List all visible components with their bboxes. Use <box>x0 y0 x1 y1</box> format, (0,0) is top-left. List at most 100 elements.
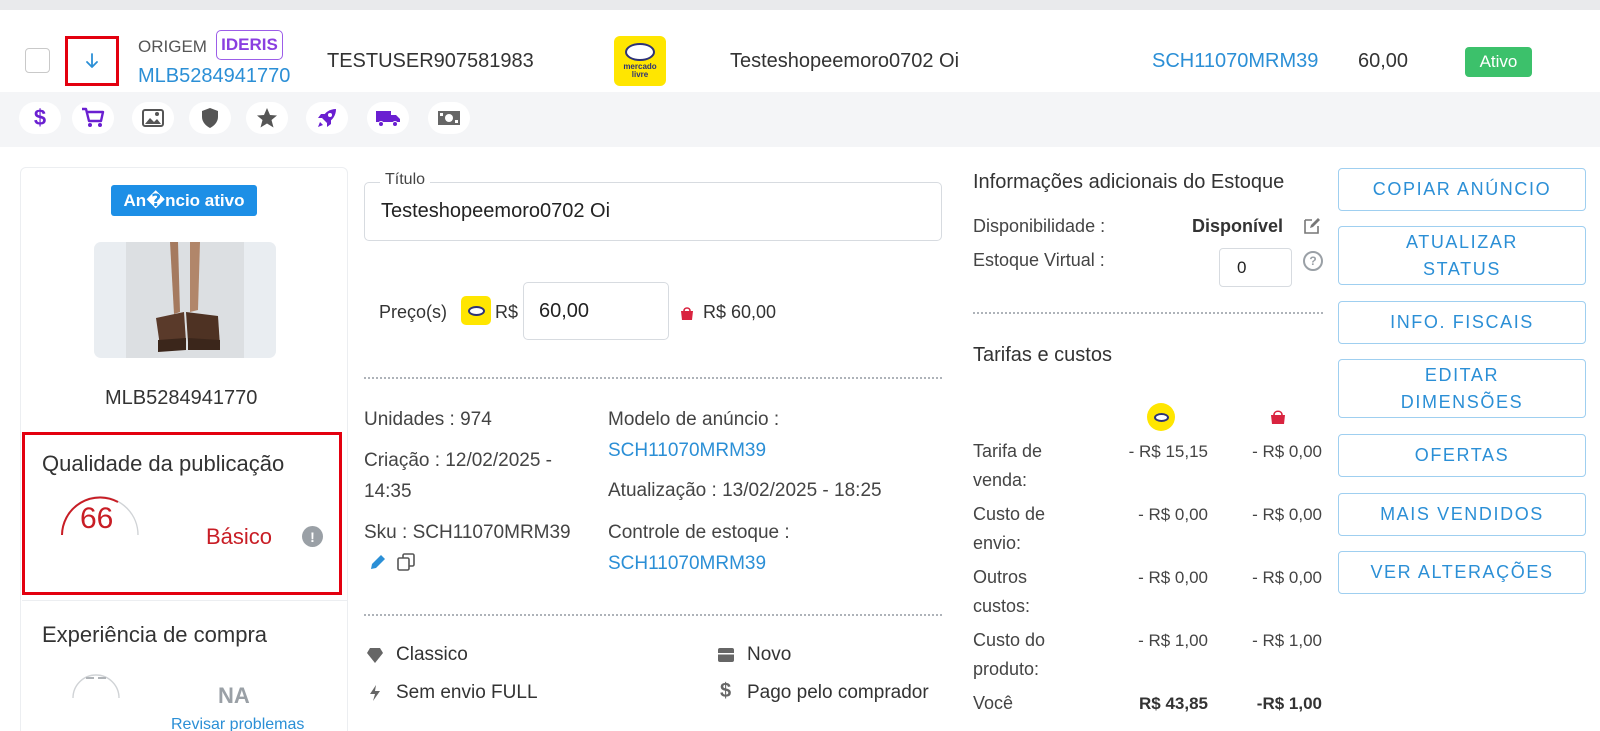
origin-badge: IDERIS <box>216 30 283 60</box>
fee-label: Custo de envio: <box>973 504 1046 553</box>
model-label: Modelo de anúncio : <box>608 409 780 430</box>
copy-listing-button[interactable]: COPIAR ANÚNCIO <box>1338 168 1586 211</box>
rocket-tab[interactable] <box>306 102 348 134</box>
fee-label: Tarifa de venda: <box>973 441 1043 490</box>
help-icon[interactable]: ? <box>1303 251 1323 271</box>
shopee-mini-logo <box>681 307 693 320</box>
listing-title: Testeshopeemoro0702 Oi <box>730 50 960 72</box>
mercado-livre-mini-logo <box>461 296 491 325</box>
fee-ml-value: - R$ 0,00 <box>1138 505 1208 524</box>
bolt-icon <box>370 685 380 701</box>
cart-tab[interactable] <box>72 102 114 134</box>
thumbnail-listing-id: MLB5284941770 <box>105 387 258 409</box>
expand-button[interactable] <box>65 36 119 86</box>
price-input[interactable]: 60,00 <box>523 282 669 340</box>
stock-control-link[interactable]: SCH11070MRM39 <box>608 548 766 579</box>
edit-dimensions-button[interactable]: EDITAR DIMENSÕES <box>1338 359 1586 418</box>
shield-icon <box>202 108 218 128</box>
fee-shopee-value: - R$ 0,00 <box>1252 442 1322 461</box>
top-strip <box>0 0 1600 10</box>
fee-ml-total: R$ 43,85 <box>1139 694 1208 713</box>
listing-header-row: ORIGEM IDERIS MLB5284941770 TESTUSER9075… <box>0 10 1600 92</box>
update-date: Atualização : 13/02/2025 - 18:25 <box>608 480 882 501</box>
dotted-divider <box>364 614 942 616</box>
update-status-button[interactable]: ATUALIZAR STATUS <box>1338 226 1586 285</box>
listing-price: 60,00 <box>1358 50 1409 72</box>
truck-tab[interactable] <box>367 102 409 134</box>
dollar-tab[interactable]: $ <box>19 102 61 134</box>
stock-info-title: Informações adicionais do Estoque <box>973 171 1285 193</box>
view-changes-button[interactable]: VER ALTERAÇÕES <box>1338 551 1586 594</box>
fee-ml-value: - R$ 0,00 <box>1138 568 1208 587</box>
title-field-value[interactable]: Testeshopeemoro0702 Oi <box>381 200 610 223</box>
dotted-divider <box>364 377 942 379</box>
copy-icon[interactable] <box>396 552 416 572</box>
fee-label: Custo do produto: <box>973 630 1046 679</box>
image-icon <box>142 109 164 127</box>
fee-shopee-value: - R$ 0,00 <box>1252 568 1322 587</box>
availability-label: Disponibilidade : <box>973 216 1106 236</box>
edit-icon[interactable] <box>1302 216 1322 236</box>
cart-icon <box>82 107 105 127</box>
dollar-icon: $ <box>720 680 732 702</box>
quality-level: Básico <box>206 524 273 549</box>
fee-ml-value: - R$ 1,00 <box>1138 631 1208 650</box>
user-name: TESTUSER907581983 <box>327 50 534 72</box>
origin-label: ORIGEM <box>138 37 207 56</box>
select-checkbox[interactable] <box>25 48 50 73</box>
image-tab[interactable] <box>132 102 174 134</box>
units-count: Unidades : 974 <box>364 409 492 430</box>
tax-info-button[interactable]: INFO. FISCAIS <box>1338 301 1586 344</box>
product-image <box>126 242 244 358</box>
listing-id-link[interactable]: MLB5284941770 <box>138 65 290 88</box>
quality-score: 66 <box>80 502 114 535</box>
divider <box>22 600 348 601</box>
title-field-label: Título <box>380 171 431 189</box>
fee-shopee-value: - R$ 1,00 <box>1252 631 1322 650</box>
sku-text: Sku : SCH11070MRM39 <box>364 522 571 543</box>
status-badge: Ativo <box>1465 47 1532 77</box>
virtual-stock-input[interactable]: 0 <box>1219 248 1292 287</box>
condition: Novo <box>747 644 792 665</box>
money-icon <box>438 111 460 125</box>
model-link[interactable]: SCH11070MRM39 <box>608 435 766 466</box>
listing-type: Classico <box>396 644 468 665</box>
sku-link[interactable]: SCH11070MRM39 <box>1152 50 1318 73</box>
star-tab[interactable] <box>246 102 288 134</box>
offers-button[interactable]: OFERTAS <box>1338 434 1586 477</box>
info-icon[interactable]: ! <box>302 526 323 547</box>
stock-control-label: Controle de estoque : <box>608 522 790 543</box>
shield-tab[interactable] <box>189 102 231 134</box>
creation-date: Criação : 12/02/2025 - 14:35 <box>364 450 553 502</box>
pencil-icon[interactable] <box>368 552 388 572</box>
product-thumbnail[interactable] <box>94 242 276 358</box>
star-icon <box>257 108 277 128</box>
ad-active-badge: An�ncio ativo <box>111 185 257 216</box>
virtual-stock-label: Estoque Virtual : <box>973 250 1105 270</box>
buy-experience-gauge <box>72 674 120 699</box>
quality-title: Qualidade da publicação <box>42 451 285 476</box>
price-label: Preço(s) <box>379 302 448 322</box>
availability-value: Disponível <box>1192 216 1284 236</box>
shopee-fees-logo <box>1271 410 1285 424</box>
shipping-payment: Pago pelo comprador <box>747 682 929 703</box>
buy-experience-title: Experiência de compra <box>42 622 268 647</box>
fee-label: Você <box>973 693 1014 713</box>
fee-label: Outros custos: <box>973 567 1031 616</box>
best-sellers-button[interactable]: MAIS VENDIDOS <box>1338 493 1586 536</box>
shipping-full: Sem envio FULL <box>396 682 538 703</box>
rocket-icon <box>318 109 336 127</box>
review-problems-link[interactable]: Revisar problemas <box>171 716 304 731</box>
shopee-price: R$ 60,00 <box>703 302 777 322</box>
money-tab[interactable] <box>428 102 470 134</box>
diamond-icon <box>367 648 383 663</box>
fee-shopee-value: - R$ 0,00 <box>1252 505 1322 524</box>
fees-title: Tarifas e custos <box>973 344 1112 366</box>
price-currency: R$ <box>495 302 519 322</box>
icon-toolbar: $ <box>0 92 1600 147</box>
fee-ml-value: - R$ 15,15 <box>1128 442 1208 461</box>
buy-experience-value: NA <box>218 683 250 708</box>
fee-shopee-total: -R$ 1,00 <box>1256 694 1322 713</box>
dotted-divider <box>973 312 1323 314</box>
truck-icon <box>376 111 400 127</box>
